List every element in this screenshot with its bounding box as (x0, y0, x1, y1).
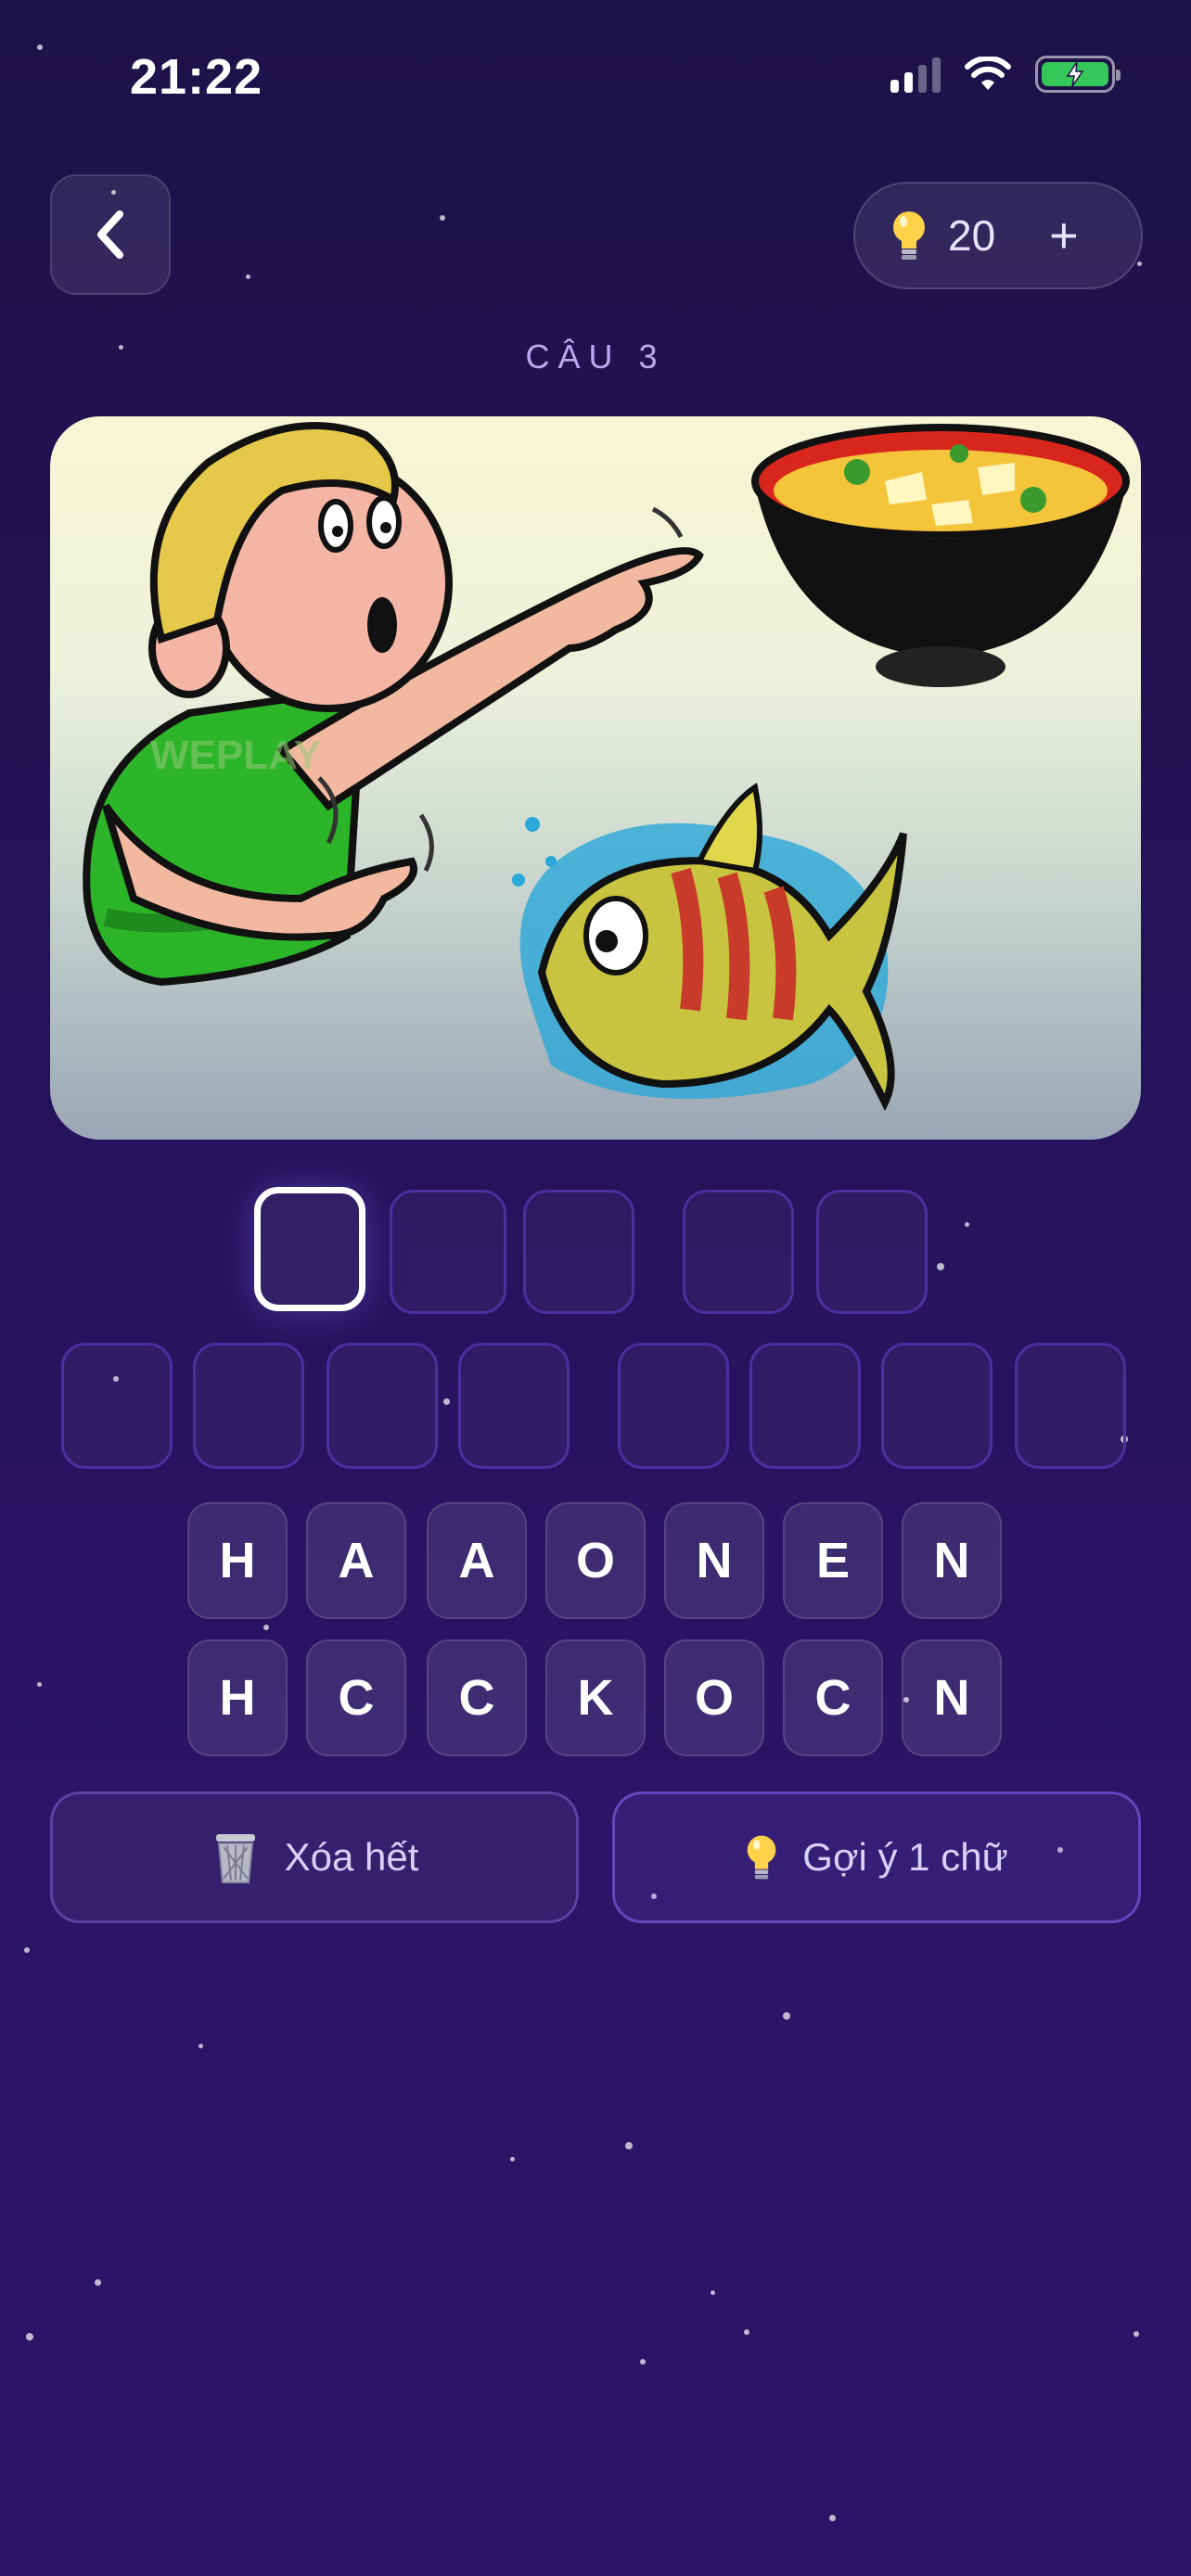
answer-slot[interactable] (749, 1343, 861, 1469)
answer-slot[interactable] (816, 1190, 928, 1314)
chevron-left-icon (97, 210, 123, 259)
wifi-icon (965, 57, 1011, 90)
hint-count: 20 (948, 211, 996, 260)
clear-all-label: Xóa hết (284, 1835, 419, 1879)
answer-slot[interactable] (1015, 1343, 1126, 1469)
letter-key[interactable]: N (902, 1502, 1002, 1619)
lightbulb-icon (747, 1835, 776, 1880)
letter-key[interactable]: C (427, 1639, 527, 1756)
answer-slot[interactable] (618, 1343, 729, 1469)
answer-slot[interactable] (881, 1343, 992, 1469)
status-icons (890, 56, 1121, 93)
clear-all-button[interactable]: Xóa hết (50, 1792, 579, 1923)
answer-slot[interactable] (523, 1190, 634, 1314)
answer-slot[interactable] (193, 1343, 304, 1469)
back-button[interactable] (50, 174, 171, 295)
hint-one-letter-label: Gợi ý 1 chữ (802, 1835, 1008, 1879)
letter-key[interactable]: A (306, 1502, 406, 1619)
hint-balance-button[interactable]: 20 + (853, 182, 1143, 289)
cellular-signal-icon (890, 56, 941, 93)
answer-slot[interactable] (327, 1343, 438, 1469)
letter-key[interactable]: H (187, 1502, 288, 1619)
letter-key[interactable]: N (664, 1502, 764, 1619)
trash-icon (215, 1834, 255, 1883)
lightbulb-icon (893, 211, 925, 260)
hint-one-letter-button[interactable]: Gợi ý 1 chữ (612, 1792, 1141, 1923)
answer-slot[interactable] (390, 1190, 506, 1314)
watermark: WEPLAY (150, 733, 321, 778)
answer-slot[interactable] (61, 1343, 173, 1469)
answer-slot-active[interactable] (254, 1187, 365, 1311)
answer-slot[interactable] (458, 1343, 570, 1469)
letter-key[interactable]: C (306, 1639, 406, 1756)
letter-key[interactable]: A (427, 1502, 527, 1619)
letter-key[interactable]: O (664, 1639, 764, 1756)
letter-key[interactable]: H (187, 1639, 288, 1756)
letter-key[interactable]: C (783, 1639, 883, 1756)
letter-key[interactable]: N (902, 1639, 1002, 1756)
letter-key[interactable]: K (545, 1639, 646, 1756)
question-number: CÂU 3 (525, 338, 666, 376)
letter-key[interactable]: E (783, 1502, 883, 1619)
status-time: 21:22 (130, 49, 263, 105)
answer-slot[interactable] (683, 1190, 794, 1314)
add-hints-icon[interactable]: + (1049, 210, 1079, 261)
battery-charging-icon (1035, 56, 1121, 93)
letter-key[interactable]: O (545, 1502, 646, 1619)
puzzle-image: WEPLAY (50, 416, 1141, 1140)
